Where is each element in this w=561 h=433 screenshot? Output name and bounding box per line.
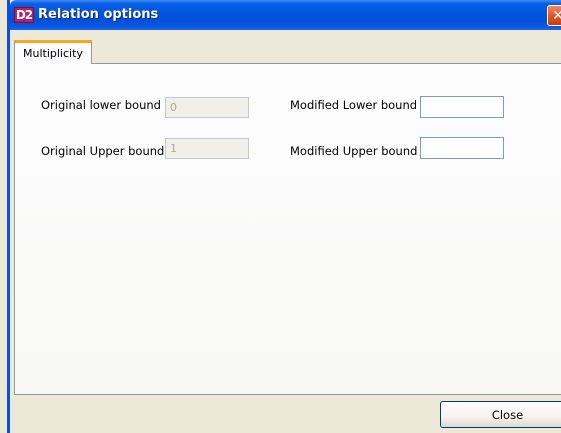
original-lower-bound-value: 0	[170, 101, 177, 114]
window-title: Relation options	[38, 7, 159, 22]
app-badge-icon: D2	[14, 7, 34, 23]
close-icon: ✕	[552, 7, 561, 24]
original-lower-bound-field: 0	[165, 97, 249, 118]
close-button[interactable]: Close	[440, 401, 561, 428]
original-upper-bound-field: 1	[165, 138, 249, 159]
dialog-button-bar: Close	[14, 396, 561, 433]
modified-lower-bound-input[interactable]	[420, 96, 504, 118]
modified-lower-bound-label: Modified Lower bound	[290, 98, 418, 112]
relation-options-window: D2 Relation options ✕ Multiplicity Origi…	[7, 0, 561, 433]
window-close-button[interactable]: ✕	[547, 5, 561, 26]
multiplicity-panel: Original lower bound 0 Modified Lower bo…	[14, 63, 561, 395]
tab-label: Multiplicity	[23, 47, 83, 60]
original-upper-bound-value: 1	[170, 142, 177, 155]
modified-upper-bound-label: Modified Upper bound	[290, 144, 418, 158]
tab-multiplicity[interactable]: Multiplicity	[14, 40, 92, 64]
modified-upper-bound-input[interactable]	[420, 137, 504, 159]
original-upper-bound-label: Original Upper bound	[41, 144, 165, 158]
title-bar[interactable]: D2 Relation options ✕	[10, 0, 561, 30]
original-lower-bound-label: Original lower bound	[41, 98, 161, 112]
